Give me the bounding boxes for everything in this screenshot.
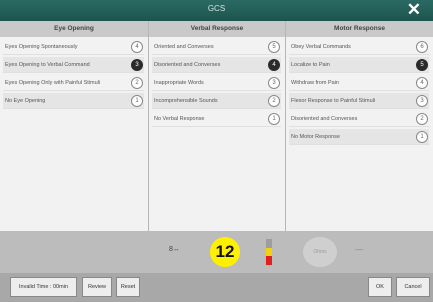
score-button[interactable]: 5	[416, 59, 428, 71]
eye-option-row[interactable]: Eyes Opening to Verbal Command 3	[3, 57, 144, 73]
severity-flag-icon	[266, 239, 272, 265]
score-button[interactable]: 4	[416, 77, 428, 89]
option-label: No Verbal Response	[154, 116, 205, 122]
motor-option-row[interactable]: Disoriented and Converses 2	[289, 111, 429, 127]
option-label: Localize to Pain	[291, 62, 330, 68]
option-label: No Eye Opening	[5, 98, 46, 104]
verbal-option-row[interactable]: No Verbal Response 1	[152, 111, 281, 127]
motor-option-row[interactable]: Withdraw from Pain 4	[289, 75, 429, 91]
motor-option-row[interactable]: Flexor Response to Painful Stimuli 3	[289, 93, 429, 109]
score-button[interactable]: 2	[131, 77, 143, 89]
verbal-option-row[interactable]: Disoriented and Converses 4	[152, 57, 281, 73]
score-button[interactable]: 3	[268, 77, 280, 89]
dash-placeholder: —	[355, 245, 363, 254]
column-header: Eye Opening	[0, 21, 148, 37]
verbal-option-row[interactable]: Oriented and Converses 5	[152, 39, 281, 55]
review-button[interactable]: Review	[82, 277, 112, 297]
reset-button[interactable]: Reset	[116, 277, 140, 297]
score-button[interactable]: 5	[268, 41, 280, 53]
faded-indicator: Ohms	[303, 237, 337, 267]
cancel-button[interactable]: Cancel	[396, 277, 430, 297]
score-button[interactable]: 2	[268, 95, 280, 107]
verbal-option-row[interactable]: Incomprehensible Sounds 2	[152, 93, 281, 109]
option-label: Disoriented and Converses	[291, 116, 358, 122]
verbal-response-column: Verbal Response Oriented and Converses 5…	[148, 21, 285, 231]
close-icon[interactable]: ✕	[407, 0, 421, 19]
option-label: No Motor Response	[291, 134, 340, 140]
flag-segment-grey	[266, 239, 272, 248]
motor-response-column: Motor Response Obey Verbal Commands 6 Lo…	[285, 21, 433, 231]
score-button[interactable]: 4	[131, 41, 143, 53]
option-label: Eyes Opening to Verbal Command	[5, 62, 90, 68]
invalid-time-button[interactable]: Invalid Time : 00min	[10, 277, 77, 297]
score-button[interactable]: 1	[416, 131, 428, 143]
eye-option-row[interactable]: Eyes Opening Spontaneously 4	[3, 39, 144, 55]
motor-option-row[interactable]: No Motor Response 1	[289, 129, 429, 145]
option-label: Disoriented and Converses	[154, 62, 221, 68]
eye-opening-column: Eye Opening Eyes Opening Spontaneously 4…	[0, 21, 148, 231]
score-button[interactable]: 1	[268, 113, 280, 125]
bottom-toolbar: Invalid Time : 00min Review Reset OK Can…	[0, 273, 433, 302]
score-button[interactable]: 3	[416, 95, 428, 107]
option-label: Obey Verbal Commands	[291, 44, 351, 50]
score-button[interactable]: 6	[416, 41, 428, 53]
motor-option-row[interactable]: Obey Verbal Commands 6	[289, 39, 429, 55]
ok-button[interactable]: OK	[368, 277, 392, 297]
title-bar: GCS ✕	[0, 0, 433, 21]
column-header: Motor Response	[286, 21, 433, 37]
column-header: Verbal Response	[149, 21, 285, 37]
option-label: Eyes Opening Only with Painful Stimuli	[5, 80, 101, 86]
option-label: Inappropriate Words	[154, 80, 204, 86]
window-title: GCS	[207, 4, 226, 13]
option-label: Oriented and Converses	[154, 44, 214, 50]
score-button[interactable]: 3	[131, 59, 143, 71]
eye-option-row[interactable]: No Eye Opening 1	[3, 93, 144, 109]
verbal-option-row[interactable]: Inappropriate Words 3	[152, 75, 281, 91]
motor-option-row[interactable]: Localize to Pain 5	[289, 57, 429, 73]
score-button[interactable]: 2	[416, 113, 428, 125]
option-label: Eyes Opening Spontaneously	[5, 44, 78, 50]
option-label: Withdraw from Pain	[291, 80, 339, 86]
score-button[interactable]: 4	[268, 59, 280, 71]
summary-bar: 8↔ 12 Ohms —	[0, 231, 433, 273]
small-status-icon: 8↔	[169, 246, 180, 253]
eye-option-row[interactable]: Eyes Opening Only with Painful Stimuli 2	[3, 75, 144, 91]
option-label: Incomprehensible Sounds	[154, 98, 218, 104]
flag-segment-red	[266, 256, 272, 265]
flag-segment-yellow	[266, 247, 272, 257]
option-label: Flexor Response to Painful Stimuli	[291, 98, 376, 104]
gcs-panel: Eye Opening Eyes Opening Spontaneously 4…	[0, 21, 433, 231]
score-button[interactable]: 1	[131, 95, 143, 107]
total-score-badge: 12	[210, 237, 240, 267]
